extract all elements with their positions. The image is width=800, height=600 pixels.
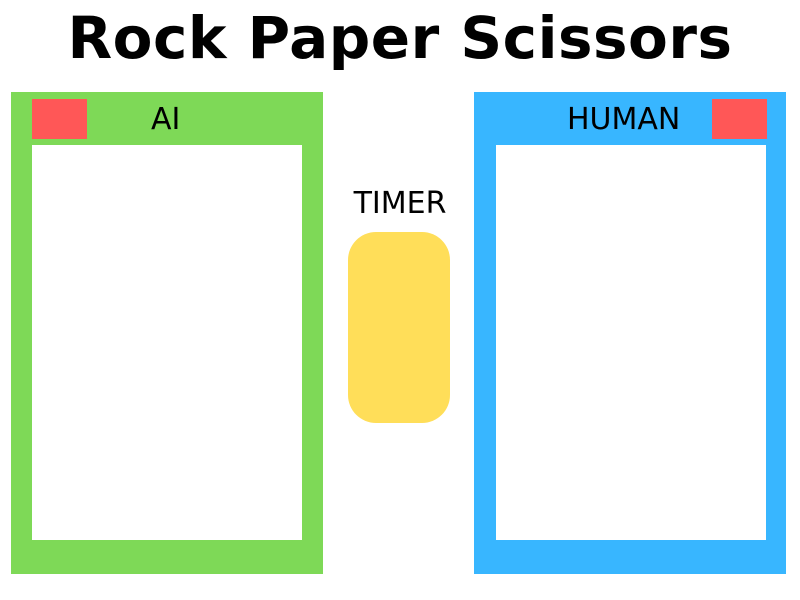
human-play-area[interactable]: [496, 145, 766, 540]
page-title: Rock Paper Scissors: [67, 4, 733, 72]
timer-label: TIMER: [353, 186, 447, 221]
ai-play-area: [32, 145, 302, 540]
human-panel: HUMAN: [474, 92, 786, 574]
human-score-indicator: [712, 99, 767, 139]
timer-display: [348, 232, 450, 423]
ai-label: AI: [151, 102, 181, 137]
human-label: HUMAN: [567, 102, 681, 137]
ai-score-indicator: [32, 99, 87, 139]
ai-panel: AI: [11, 92, 323, 574]
